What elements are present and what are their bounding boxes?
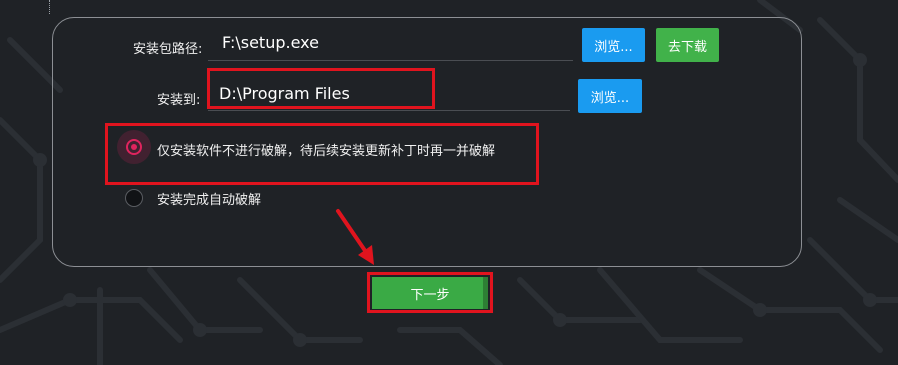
browse-install-dir-button[interactable]: 浏览... bbox=[578, 79, 642, 113]
option-auto-crack-radio[interactable] bbox=[125, 189, 143, 207]
download-button[interactable]: 去下载 bbox=[656, 28, 719, 62]
next-step-button[interactable]: 下一步 bbox=[372, 277, 488, 309]
browse-package-button[interactable]: 浏览... bbox=[582, 28, 645, 62]
install-to-label: 安装到: bbox=[157, 93, 201, 108]
highlight-install-to bbox=[207, 68, 435, 109]
package-path-label: 安装包路径: bbox=[133, 42, 203, 57]
option-auto-crack-label[interactable]: 安装完成自动破解 bbox=[157, 189, 261, 208]
highlight-option-no-crack bbox=[105, 123, 539, 185]
red-arrow-annotation bbox=[336, 209, 374, 265]
package-path-field[interactable]: F:\setup.exe bbox=[222, 33, 319, 52]
install-to-underline bbox=[208, 110, 570, 111]
window-edge-mark bbox=[49, 0, 52, 14]
package-path-underline bbox=[208, 60, 573, 61]
